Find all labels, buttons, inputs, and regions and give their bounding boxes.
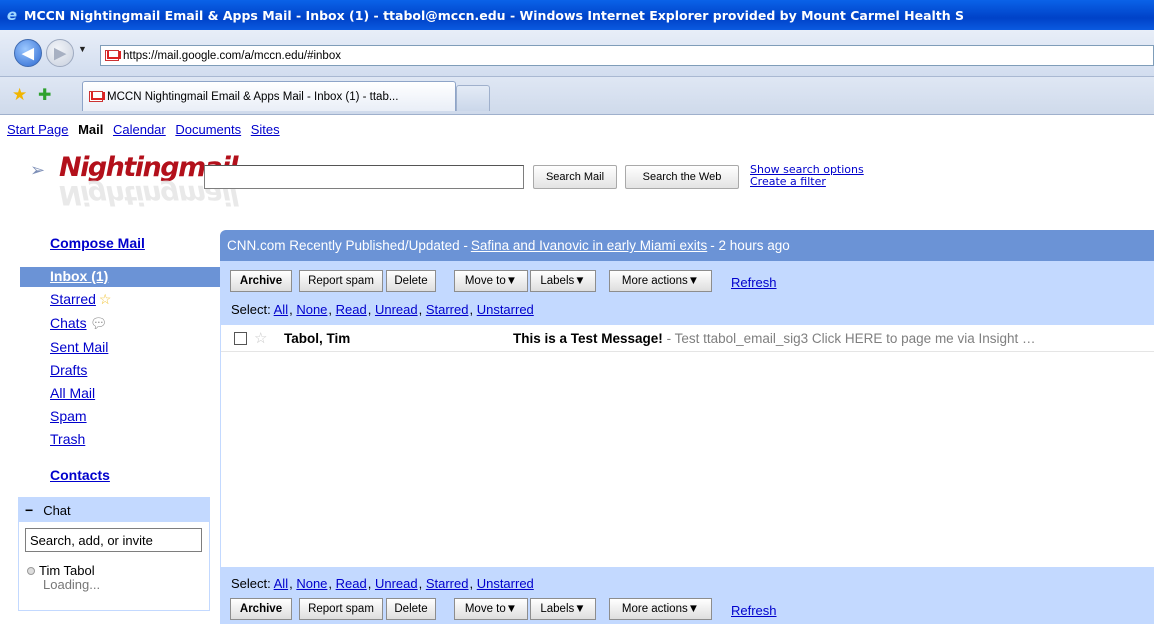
message-checkbox[interactable] — [234, 332, 247, 345]
web-clip-age: - 2 hours ago — [710, 238, 790, 253]
calendar-link[interactable]: Calendar — [113, 122, 166, 137]
add-favorite-icon[interactable]: ✚ — [38, 85, 51, 105]
url-text: https://mail.google.com/a/mccn.edu/#inbo… — [123, 49, 341, 62]
tab-mail[interactable]: MCCN Nightingmail Email & Apps Mail - In… — [82, 81, 456, 111]
search-web-button[interactable]: Search the Web — [625, 165, 739, 189]
move-to-button[interactable]: Move to▼ — [454, 598, 528, 620]
window-title-bar: e MCCN Nightingmail Email & Apps Mail - … — [0, 0, 1154, 30]
tab-bar: ★ ✚ MCCN Nightingmail Email & Apps Mail … — [0, 77, 1154, 115]
history-dropdown-icon[interactable]: ▼ — [78, 44, 87, 54]
forward-button[interactable]: ▶ — [46, 39, 74, 67]
select-label: Select: — [231, 302, 274, 317]
nightingmail-logo[interactable]: ➢ Nightingmail Nightingmail — [26, 152, 238, 212]
move-to-button[interactable]: Move to▼ — [454, 270, 528, 292]
chat-status: Loading... — [43, 577, 101, 592]
web-clip-bar: CNN.com Recently Published/Updated - Saf… — [220, 230, 1154, 261]
web-clip-source: CNN.com Recently Published/Updated - — [227, 238, 468, 253]
chat-header[interactable]: − Chat — [19, 498, 209, 522]
sidebar-item-inbox[interactable]: Inbox (1) — [50, 268, 108, 284]
web-clip-link[interactable]: Safina and Ivanovic in early Miami exits — [471, 238, 707, 253]
top-nav: Start Page Mail Calendar Documents Sites — [7, 122, 286, 137]
sidebar-item-trash[interactable]: Trash — [50, 431, 85, 447]
select-read-link[interactable]: Read — [336, 576, 367, 591]
search-input[interactable] — [204, 165, 524, 189]
status-dot-icon — [27, 567, 35, 575]
sidebar-item-all-mail[interactable]: All Mail — [50, 385, 95, 401]
internet-explorer-icon: e — [6, 6, 18, 24]
browser-nav-bar: ◀ ▶ ▼ https://mail.google.com/a/mccn.edu… — [0, 30, 1154, 77]
bottom-toolbar: Select: All, None, Read, Unread, Starred… — [220, 567, 1154, 624]
sidebar-item-spam[interactable]: Spam — [50, 408, 87, 424]
search-links: Show search options Create a filter — [750, 164, 864, 188]
back-button[interactable]: ◀ — [14, 39, 42, 67]
report-spam-button[interactable]: Report spam — [299, 598, 383, 620]
window-title: MCCN Nightingmail Email & Apps Mail - In… — [24, 7, 965, 23]
message-snippet: - Test ttabol_email_sig3 Click HERE to p… — [662, 331, 1036, 346]
main-panel: CNN.com Recently Published/Updated - Saf… — [220, 230, 1154, 624]
select-none-link[interactable]: None — [296, 576, 327, 591]
select-all-link[interactable]: All — [274, 576, 288, 591]
select-starred-link[interactable]: Starred — [426, 302, 469, 317]
select-unread-link[interactable]: Unread — [375, 302, 418, 317]
select-all-link[interactable]: All — [274, 302, 288, 317]
archive-button[interactable]: Archive — [230, 598, 292, 620]
chat-panel: − Chat Search, add, or invite Tim Tabol … — [18, 497, 210, 611]
refresh-link[interactable]: Refresh — [731, 603, 777, 618]
select-none-link[interactable]: None — [296, 302, 327, 317]
create-filter-link[interactable]: Create a filter — [750, 176, 864, 188]
address-bar[interactable]: https://mail.google.com/a/mccn.edu/#inbo… — [100, 45, 1154, 66]
more-actions-button[interactable]: More actions▼ — [609, 270, 712, 292]
refresh-link[interactable]: Refresh — [731, 275, 777, 290]
select-read-link[interactable]: Read — [336, 302, 367, 317]
tab-title: MCCN Nightingmail Email & Apps Mail - In… — [107, 90, 399, 103]
chat-search-input[interactable]: Search, add, or invite — [25, 528, 202, 552]
sidebar-item-drafts[interactable]: Drafts — [50, 362, 87, 378]
table-row[interactable]: ☆ Tabol, Tim This is a Test Message! - T… — [221, 325, 1154, 352]
select-unstarred-link[interactable]: Unstarred — [477, 576, 534, 591]
chat-contact[interactable]: Tim Tabol Loading... — [27, 564, 209, 592]
search-mail-button[interactable]: Search Mail — [533, 165, 617, 189]
labels-button[interactable]: Labels▼ — [530, 598, 596, 620]
sidebar-item-starred[interactable]: Starred ☆ — [50, 291, 111, 308]
sites-link[interactable]: Sites — [251, 122, 280, 137]
star-icon: ☆ — [98, 291, 112, 307]
compose-mail-link[interactable]: Compose Mail — [50, 235, 145, 251]
sidebar-item-label: Chats — [50, 315, 87, 331]
labels-button[interactable]: Labels▼ — [530, 270, 596, 292]
select-line: Select: All, None, Read, Unread, Starred… — [231, 302, 534, 317]
chat-title: Chat — [43, 502, 71, 518]
archive-button[interactable]: Archive — [230, 270, 292, 292]
new-tab-button[interactable] — [456, 85, 490, 111]
chat-contact-name: Tim Tabol — [39, 563, 95, 578]
contacts-link[interactable]: Contacts — [50, 467, 110, 483]
delete-button[interactable]: Delete — [386, 270, 436, 292]
select-unstarred-link[interactable]: Unstarred — [477, 302, 534, 317]
collapse-icon[interactable]: − — [25, 502, 33, 518]
delete-button[interactable]: Delete — [386, 598, 436, 620]
top-toolbar: Archive Report spam Delete Move to▼ Labe… — [220, 261, 1154, 325]
select-starred-link[interactable]: Starred — [426, 576, 469, 591]
message-sender: Tabol, Tim — [284, 331, 351, 346]
report-spam-button[interactable]: Report spam — [299, 270, 383, 292]
select-line: Select: All, None, Read, Unread, Starred… — [231, 576, 534, 591]
message-subject: This is a Test Message! — [513, 331, 663, 346]
gmail-favicon-icon — [89, 91, 103, 102]
paper-plane-icon: ➢ — [30, 160, 46, 180]
message-subject-line: This is a Test Message! - Test ttabol_em… — [513, 331, 1035, 346]
select-label: Select: — [231, 576, 274, 591]
speech-bubble-icon: 💬︎ — [89, 315, 108, 331]
mail-nav-current: Mail — [78, 122, 104, 137]
documents-link[interactable]: Documents — [175, 122, 241, 137]
message-list: ☆ Tabol, Tim This is a Test Message! - T… — [220, 325, 1154, 567]
sidebar-item-chats[interactable]: Chats 💬︎ — [50, 315, 107, 332]
sidebar-item-sent[interactable]: Sent Mail — [50, 339, 108, 355]
start-page-link[interactable]: Start Page — [7, 122, 68, 137]
favorites-star-icon[interactable]: ★ — [12, 85, 27, 105]
sidebar-item-label: Starred — [50, 291, 96, 307]
star-icon[interactable]: ☆ — [254, 329, 267, 347]
more-actions-button[interactable]: More actions▼ — [609, 598, 712, 620]
select-unread-link[interactable]: Unread — [375, 576, 418, 591]
gmail-favicon-icon — [105, 50, 119, 61]
